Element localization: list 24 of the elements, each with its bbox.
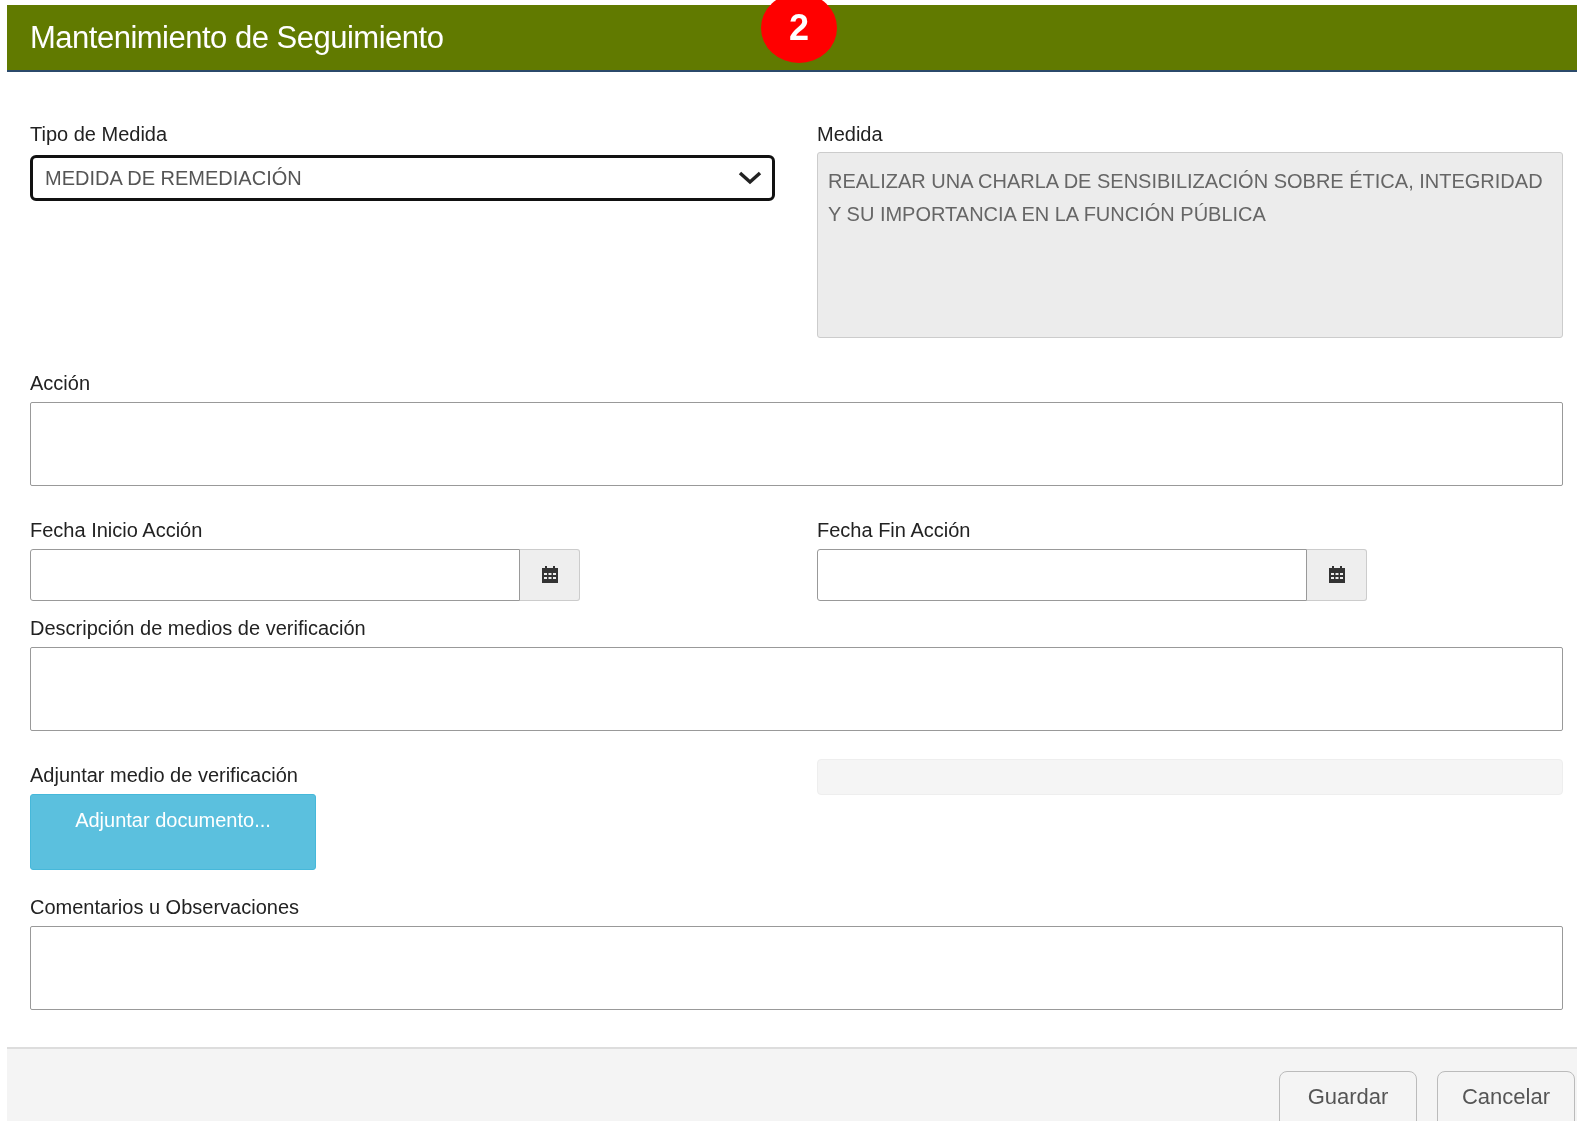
comments-textarea[interactable] bbox=[30, 926, 1563, 1010]
measure-type-dropdown[interactable]: MEDIDA DE REMEDIACIÓN bbox=[30, 155, 775, 201]
date-input[interactable] bbox=[817, 549, 1307, 601]
footer-button[interactable]: Guardar bbox=[1279, 1071, 1417, 1121]
field-label: Acción bbox=[30, 371, 92, 395]
step-badge: 2 bbox=[761, 0, 837, 63]
field-label: Comentarios u Observaciones bbox=[30, 895, 300, 919]
verification-textarea[interactable] bbox=[30, 647, 1563, 731]
field-label: Medida bbox=[817, 122, 884, 146]
chevron-down-icon bbox=[738, 171, 762, 185]
measure-textarea[interactable]: REALIZAR UNA CHARLA DE SENSIBILIZACIÓN SOBRE ÉTICA, INTEGRIDAD Y SU IMPORTANCIA EN LA FUNCIÓN PÚBLICA bbox=[817, 152, 1563, 338]
footer-button[interactable]: Cancelar bbox=[1437, 1071, 1575, 1121]
action-textarea[interactable] bbox=[30, 402, 1563, 486]
date-input[interactable] bbox=[30, 549, 520, 601]
field-label: Fecha Fin Acción bbox=[817, 518, 972, 542]
dialog-title: Mantenimiento de Seguimiento bbox=[30, 19, 444, 56]
field-label: Descripción de medios de verificación bbox=[30, 616, 367, 640]
field-label: Tipo de Medida bbox=[30, 122, 169, 146]
calendar-icon bbox=[540, 566, 559, 584]
field-label: Fecha Inicio Acción bbox=[30, 518, 204, 542]
field-label: Adjuntar medio de verificación bbox=[30, 763, 299, 787]
calendar-button[interactable] bbox=[520, 549, 580, 601]
calendar-button[interactable] bbox=[1307, 549, 1367, 601]
calendar-icon bbox=[1327, 566, 1346, 584]
